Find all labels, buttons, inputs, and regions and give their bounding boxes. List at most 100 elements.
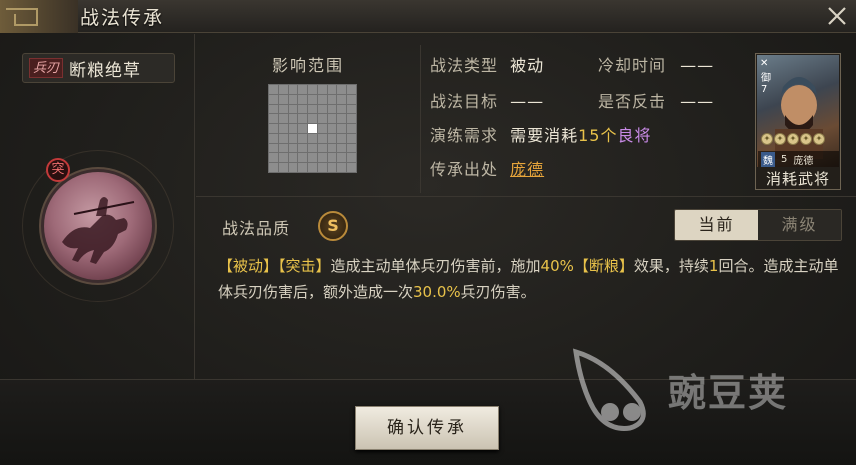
tab-current[interactable]: 当前 <box>675 210 758 240</box>
desc-tag: 【断粮】 <box>573 257 634 275</box>
range-cell <box>288 104 298 114</box>
star-icon: ✦ <box>774 133 786 145</box>
target-label: 战法目标 <box>430 92 499 111</box>
range-cell <box>298 85 308 94</box>
range-cell <box>347 114 356 124</box>
range-cell <box>327 143 337 153</box>
range-cell <box>269 133 278 143</box>
range-cell <box>317 104 327 114</box>
range-cell <box>327 153 337 163</box>
info-row-source: 传承出处 庞德 <box>430 156 544 180</box>
range-cell <box>317 143 327 153</box>
desc-value: 40% <box>540 257 574 275</box>
skill-column: 兵刃 断粮绝草 突 <box>0 34 195 379</box>
source-link[interactable]: 庞德 <box>510 160 544 179</box>
range-cell <box>298 133 308 143</box>
range-cell <box>298 94 308 104</box>
desc-text: 造成主动单体兵刃伤害前，施加 <box>330 257 541 275</box>
skill-type-badge: 兵刃 <box>29 58 64 78</box>
range-cell <box>327 124 337 133</box>
range-cell <box>269 163 278 172</box>
range-cell <box>269 104 278 114</box>
skill-name-tag: 兵刃 断粮绝草 <box>22 53 175 83</box>
range-cell <box>347 153 356 163</box>
range-cell <box>269 94 278 104</box>
close-button[interactable] <box>824 3 850 29</box>
range-cell <box>347 143 356 153</box>
range-cell <box>269 114 278 124</box>
range-cell-center <box>308 124 317 133</box>
requirement-label: 演练需求 <box>430 126 499 145</box>
range-cell <box>337 153 347 163</box>
counter-label: 是否反击 <box>598 92 667 111</box>
tab-max-level[interactable]: 满级 <box>758 210 841 240</box>
range-cell <box>269 153 278 163</box>
range-cell <box>269 124 278 133</box>
skill-art-icon <box>44 172 152 280</box>
divider <box>196 196 856 197</box>
range-cell <box>278 163 288 172</box>
general-name: 庞德 <box>793 155 814 167</box>
range-cell <box>337 94 347 104</box>
range-cell <box>278 133 288 143</box>
requirement-count: 15个 <box>578 126 618 145</box>
range-cell <box>308 104 317 114</box>
range-cell <box>298 163 308 172</box>
desc-tag: 【被动】 <box>218 257 279 275</box>
desc-text: 兵刃伤害。 <box>460 283 536 301</box>
range-cell <box>298 143 308 153</box>
range-cell <box>337 133 347 143</box>
general-card[interactable]: ✕ 御7 ✦ ✦ ✦ ✦ ✦ 魏 5 庞德 消耗武将 <box>755 53 841 190</box>
range-cell <box>337 143 347 153</box>
assault-badge: 突 <box>46 158 70 182</box>
range-cell <box>308 133 317 143</box>
range-cell <box>317 133 327 143</box>
range-cell <box>288 85 298 94</box>
range-cell <box>337 85 347 94</box>
range-cell <box>308 114 317 124</box>
window-title: 战法传承 <box>80 7 165 29</box>
range-cell <box>298 124 308 133</box>
range-cell <box>308 85 317 94</box>
range-cell <box>317 124 327 133</box>
star-icon: ✦ <box>787 133 799 145</box>
target-value: —— <box>510 92 545 111</box>
range-cell <box>288 124 298 133</box>
range-cell <box>298 114 308 124</box>
range-cell <box>288 153 298 163</box>
range-cell <box>288 114 298 124</box>
desc-text: 效果，持续 <box>633 257 709 275</box>
range-cell <box>288 163 298 172</box>
range-grid <box>268 84 357 173</box>
range-cell <box>308 143 317 153</box>
range-cell <box>327 163 337 172</box>
range-cell <box>317 94 327 104</box>
range-cell <box>327 85 337 94</box>
requirement-item: 良将 <box>617 126 652 145</box>
faction-badge: 魏 <box>761 151 775 167</box>
card-side-text: 御7 <box>761 73 771 95</box>
level-toggle: 当前 满级 <box>674 209 842 241</box>
range-cell <box>288 133 298 143</box>
info-row-target: 战法目标 —— <box>430 88 544 112</box>
source-label: 传承出处 <box>430 160 499 179</box>
requirement-prefix: 需要消耗 <box>510 126 579 145</box>
range-cell <box>278 124 288 133</box>
card-info-strip: 魏 5 庞德 <box>758 151 839 167</box>
range-cell <box>337 163 347 172</box>
range-cell <box>278 85 288 94</box>
range-cell <box>278 104 288 114</box>
counter-value: —— <box>680 92 715 111</box>
range-cell <box>269 143 278 153</box>
star-icon: ✦ <box>813 133 825 145</box>
range-cell <box>337 124 347 133</box>
card-caption: 消耗武将 <box>765 170 830 188</box>
range-cell <box>269 85 278 94</box>
range-cell <box>347 124 356 133</box>
confirm-inherit-button[interactable]: 确认传承 <box>355 406 499 450</box>
range-cell <box>327 104 337 114</box>
range-cell <box>327 94 337 104</box>
info-row-type: 战法类型 被动 <box>430 52 544 76</box>
range-cell <box>317 163 327 172</box>
range-cell <box>317 85 327 94</box>
